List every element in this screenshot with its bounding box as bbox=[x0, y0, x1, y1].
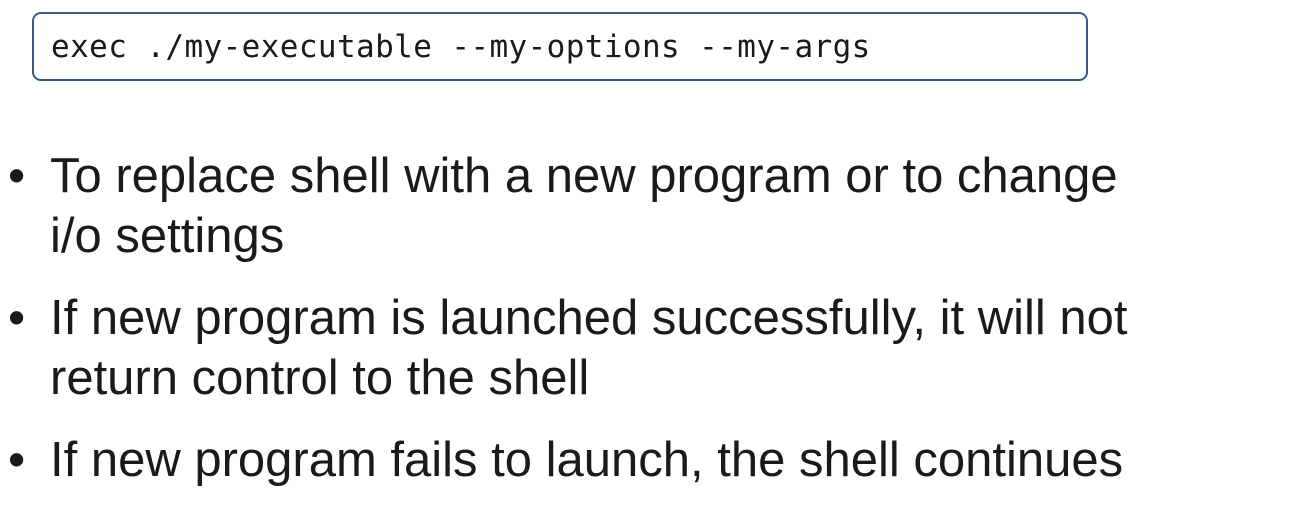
slide: exec ./my-executable --my-options --my-a… bbox=[0, 0, 1295, 505]
bullet-item-replace-shell: • To replace shell with a new program or… bbox=[0, 146, 1295, 266]
bullet-text-line: If new program is launched successfully,… bbox=[50, 291, 1128, 345]
bullet-marker: • bbox=[8, 149, 26, 203]
bullet-text-line: To replace shell with a new program or t… bbox=[50, 149, 1118, 203]
bullet-marker: • bbox=[8, 433, 26, 487]
bullet-text-line: If new program fails to launch, the shel… bbox=[50, 433, 1124, 487]
bullet-list: • To replace shell with a new program or… bbox=[0, 146, 1295, 505]
bullet-item-launch-failure: • If new program fails to launch, the sh… bbox=[0, 430, 1295, 490]
bullet-marker: • bbox=[8, 291, 26, 345]
code-command: exec ./my-executable --my-options --my-a… bbox=[51, 29, 871, 65]
code-block: exec ./my-executable --my-options --my-a… bbox=[32, 12, 1088, 81]
bullet-text-line: return control to the shell bbox=[50, 351, 590, 405]
bullet-text-line: i/o settings bbox=[50, 209, 285, 263]
bullet-item-launch-success: • If new program is launched successfull… bbox=[0, 288, 1295, 408]
